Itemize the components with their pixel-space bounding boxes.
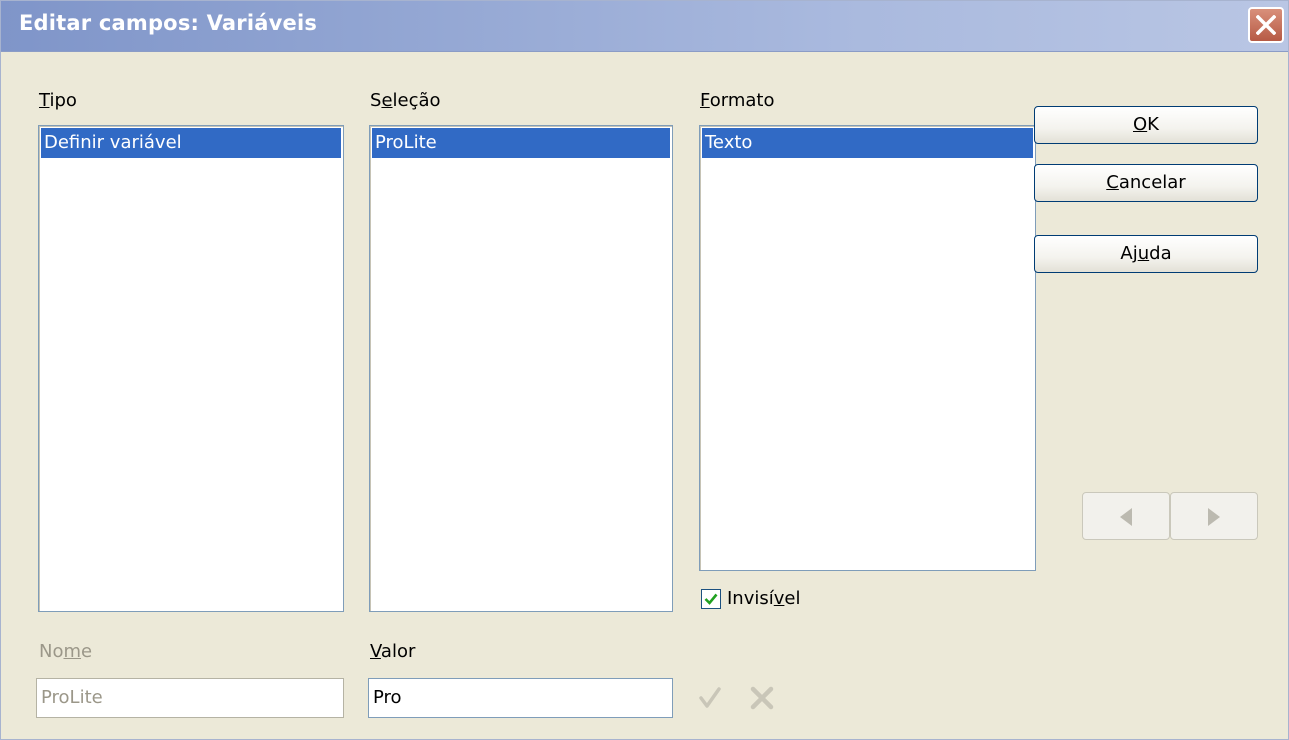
close-button[interactable]	[1248, 7, 1284, 43]
list-item-definir-variavel[interactable]: Definir variável	[41, 128, 341, 158]
next-button[interactable]	[1170, 492, 1258, 540]
nome-input[interactable]: ProLite	[36, 678, 344, 718]
formato-label: Formato	[700, 90, 775, 111]
checkmark-icon[interactable]	[697, 685, 723, 711]
formato-listbox[interactable]: Texto	[699, 125, 1036, 571]
tipo-label: Tipo	[39, 90, 77, 111]
invisivel-label[interactable]: Invisível	[727, 588, 800, 609]
list-item-prolite[interactable]: ProLite	[372, 128, 670, 158]
triangle-left-icon	[1120, 508, 1132, 526]
checkmark-icon	[704, 593, 718, 605]
help-button[interactable]: Ajuda	[1034, 235, 1258, 273]
valor-label: Valor	[370, 641, 416, 662]
tipo-listbox[interactable]: Definir variável	[38, 125, 344, 612]
title-bar[interactable]: Editar campos: Variáveis	[1, 1, 1288, 52]
selecao-label: Seleção	[370, 90, 441, 111]
close-icon	[1256, 15, 1276, 35]
invisivel-checkbox[interactable]	[701, 589, 721, 609]
nome-label: Nome	[39, 641, 93, 662]
dialog-title: Editar campos: Variáveis	[19, 11, 318, 35]
selecao-listbox[interactable]: ProLite	[369, 125, 673, 612]
cancel-button[interactable]: Cancelar	[1034, 164, 1258, 202]
edit-fields-dialog: Editar campos: Variáveis Tipo Definir va…	[0, 0, 1289, 740]
triangle-right-icon	[1208, 508, 1220, 526]
previous-button[interactable]	[1082, 492, 1170, 540]
ok-button[interactable]: OK	[1034, 106, 1258, 144]
list-item-texto[interactable]: Texto	[702, 128, 1033, 158]
valor-input[interactable]: Pro	[368, 678, 673, 718]
x-delete-icon[interactable]	[749, 685, 775, 711]
